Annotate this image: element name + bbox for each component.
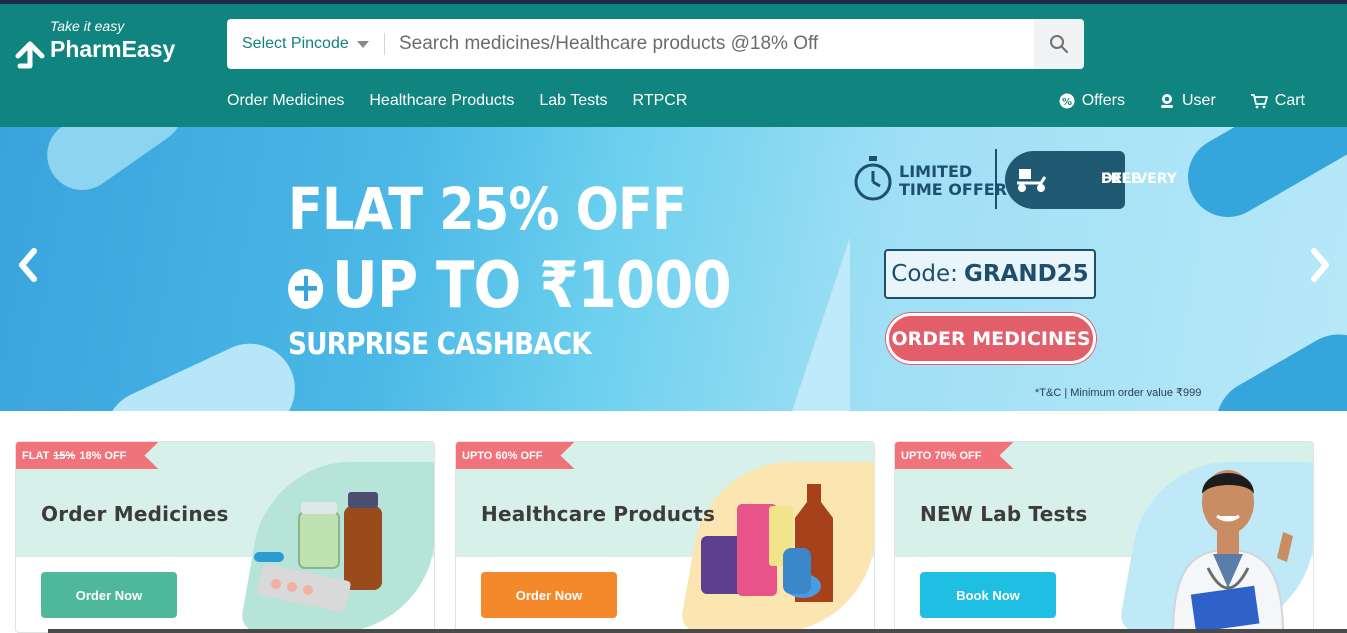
ribbon-prefix: UPTO 60% OFF — [462, 449, 543, 462]
main-nav: Order Medicines Healthcare Products Lab … — [227, 92, 687, 112]
nav-cart[interactable]: Cart — [1250, 90, 1305, 112]
badge-separator — [995, 149, 997, 209]
nav-lab-tests[interactable]: Lab Tests — [539, 92, 607, 112]
card-title: Order Medicines — [41, 502, 229, 526]
banner-cashback-text: SURPRISE CASHBACK — [288, 327, 592, 362]
cart-label: Cart — [1274, 92, 1305, 109]
card-title: NEW Lab Tests — [920, 502, 1088, 526]
free-line-2: DELIVERY — [1101, 171, 1177, 187]
nav-user[interactable]: User — [1159, 90, 1216, 112]
limited-time-offer-label: LIMITED TIME OFFER — [899, 163, 1007, 199]
delivery-scooter-icon — [1017, 169, 1047, 192]
cart-icon — [1250, 94, 1268, 109]
user-nav: % Offers User Cart — [1059, 90, 1305, 112]
card-title: Healthcare Products — [481, 502, 716, 526]
ribbon-suffix: 18% OFF — [79, 449, 127, 462]
limited-line-1: LIMITED — [899, 162, 973, 181]
limited-line-2: TIME OFFER — [899, 180, 1007, 199]
order-now-button[interactable]: Order Now — [41, 572, 177, 618]
search-button[interactable] — [1034, 19, 1084, 69]
decor-pill — [1199, 318, 1347, 411]
search-icon — [1050, 35, 1069, 54]
decor-pill — [90, 328, 310, 411]
banner-prev-arrow-icon[interactable] — [14, 245, 40, 285]
ribbon-prefix: UPTO 70% OFF — [901, 449, 982, 462]
ribbon-prefix: FLAT — [22, 449, 50, 462]
free-delivery-badge: FREE DELIVERY — [1005, 151, 1177, 209]
pincode-label: Select Pincode — [242, 35, 349, 52]
doctor-icon — [1172, 470, 1293, 632]
decor-pill — [1173, 127, 1347, 232]
medicine-bottles-icon — [254, 492, 382, 612]
card-order-medicines[interactable]: FLAT 15% 18% OFF Order Medicines Order N… — [15, 441, 435, 633]
promo-code-value: GRAND25 — [963, 261, 1089, 287]
discount-ribbon: UPTO 70% OFF — [895, 442, 1013, 469]
decor-pill — [33, 127, 197, 204]
order-medicines-cta[interactable]: ORDER MEDICINES — [886, 313, 1096, 364]
ribbon-struck-price: 15% — [53, 449, 76, 462]
user-icon — [1160, 94, 1173, 108]
offer-badges: LIMITED TIME OFFER FREE DELIVERY — [853, 149, 1177, 211]
discount-ribbon: UPTO 60% OFF — [456, 442, 574, 469]
terms-note: *T&C | Minimum order value ₹999 — [1035, 387, 1202, 399]
banner-next-arrow-icon[interactable] — [1308, 245, 1334, 285]
pharmeasy-logo-icon — [15, 41, 45, 69]
healthcare-products-icon — [701, 484, 833, 602]
stopwatch-icon — [854, 156, 892, 201]
search-divider — [384, 33, 385, 55]
pharmeasy-logo[interactable]: Take it easy PharmEasy — [14, 18, 194, 78]
plus-icon: + — [288, 268, 324, 310]
banner-headline: FLAT 25% OFF — [288, 175, 687, 243]
pincode-selector[interactable]: Select Pincode — [227, 19, 385, 69]
nav-healthcare-products[interactable]: Healthcare Products — [369, 92, 514, 112]
site-header: Take it easy PharmEasy Select Pincode Or… — [0, 4, 1347, 127]
offers-label: Offers — [1081, 92, 1125, 109]
promo-code-label: Code: — [891, 261, 958, 287]
discount-ribbon: FLAT 15% 18% OFF — [16, 442, 158, 469]
card-healthcare-products[interactable]: UPTO 60% OFF Healthcare Products Order N… — [455, 441, 875, 633]
decor-triangle — [790, 237, 850, 411]
user-label: User — [1181, 92, 1216, 109]
svg-text:%: % — [1062, 97, 1072, 108]
promo-banner[interactable]: FLAT 25% OFF + UP TO ₹1000 SURPRISE CASHB… — [0, 127, 1347, 411]
nav-offers[interactable]: % Offers — [1059, 90, 1125, 112]
caret-down-icon — [356, 40, 369, 48]
category-cards: FLAT 15% 18% OFF Order Medicines Order N… — [15, 441, 1315, 633]
brand-name: PharmEasy — [50, 36, 176, 62]
brand-tagline: Take it easy — [50, 18, 125, 34]
banner-cashback-amount: UP TO ₹1000 — [332, 249, 732, 323]
horizontal-scrollbar[interactable] — [48, 629, 1347, 633]
search-bar: Select Pincode — [227, 19, 1084, 69]
offer-tag-icon: % — [1059, 93, 1075, 109]
order-now-button[interactable]: Order Now — [481, 572, 617, 618]
card-lab-tests[interactable]: UPTO 70% OFF NEW Lab Tests Book Now — [894, 441, 1314, 633]
nav-order-medicines[interactable]: Order Medicines — [227, 92, 344, 112]
book-now-button[interactable]: Book Now — [920, 572, 1056, 618]
promo-code-box: Code: GRAND25 — [884, 249, 1096, 299]
banner-subheadline: + UP TO ₹1000 — [288, 249, 732, 323]
nav-rtpcr[interactable]: RTPCR — [633, 92, 688, 112]
search-input[interactable] — [387, 19, 1033, 69]
